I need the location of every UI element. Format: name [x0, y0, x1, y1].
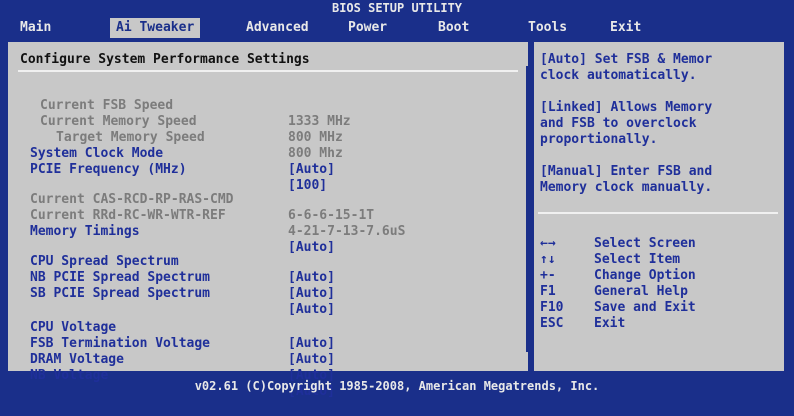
menu-exit[interactable]: Exit: [604, 18, 647, 38]
arrows-left-right-icon: ←→: [540, 236, 556, 251]
help-panel: [Auto] Set FSB & Memor clock automatical…: [534, 42, 784, 371]
setting-row[interactable]: Memory Timings [Auto]: [30, 208, 520, 255]
setting-row[interactable]: SB PCIE Spread Spectrum [Auto]: [30, 270, 520, 317]
help-text-manual: [Manual] Enter FSB and Memory clock manu…: [540, 164, 713, 195]
copyright-footer: v02.61 (C)Copyright 1985-2008, American …: [194, 379, 600, 393]
setting-row: Target Memory Speed 800 Mhz: [40, 114, 520, 161]
setting-row[interactable]: System Clock Mode [Auto]: [30, 130, 520, 177]
settings-panel: Configure System Performance Settings Cu…: [8, 42, 538, 399]
setting-row[interactable]: DRAM Voltage [Auto]: [30, 336, 520, 383]
help-text-linked: [Linked] Allows Memory and FSB to overcl…: [540, 100, 713, 147]
setting-row[interactable]: NB Voltage [Auto]: [30, 352, 520, 399]
setting-row[interactable]: CPU Voltage [Auto]: [30, 304, 520, 351]
setting-label: SB PCIE Spread Spectrum: [30, 286, 211, 301]
help-text-auto: [Auto] Set FSB & Memor clock automatical…: [540, 52, 713, 83]
menu-bar: Main Ai Tweaker Advanced Power Boot Tool…: [0, 14, 794, 40]
menu-boot[interactable]: Boot: [432, 18, 475, 38]
menu-advanced[interactable]: Advanced: [240, 18, 315, 38]
setting-row: Current FSB Speed 1333 MHz: [40, 82, 520, 129]
menu-ai-tweaker[interactable]: Ai Tweaker: [110, 18, 201, 38]
setting-row[interactable]: CPU Spread Spectrum [Auto]: [30, 238, 520, 285]
setting-row: Current CAS-RCD-RP-RAS-CMD 6-6-6-15-1T: [30, 176, 520, 223]
help-divider: [538, 212, 778, 214]
arrows-up-down-icon: ↑↓: [540, 252, 556, 267]
title-divider: [18, 70, 518, 72]
menu-tools[interactable]: Tools: [522, 18, 573, 38]
menu-power[interactable]: Power: [342, 18, 393, 38]
setting-row[interactable]: PCIE Frequency (MHz) [100]: [30, 146, 520, 193]
section-title: Configure System Performance Settings: [20, 52, 310, 67]
setting-row[interactable]: FSB Termination Voltage [Auto]: [30, 320, 520, 367]
setting-value[interactable]: [Auto]: [288, 286, 335, 302]
setting-row[interactable]: NB PCIE Spread Spectrum [Auto]: [30, 254, 520, 301]
setting-row: Current RRd-RC-WR-WTR-REF 4-21-7-13-7.6u…: [30, 192, 520, 239]
setting-row: Current Memory Speed 800 MHz: [40, 98, 520, 145]
menu-main[interactable]: Main: [14, 18, 57, 38]
